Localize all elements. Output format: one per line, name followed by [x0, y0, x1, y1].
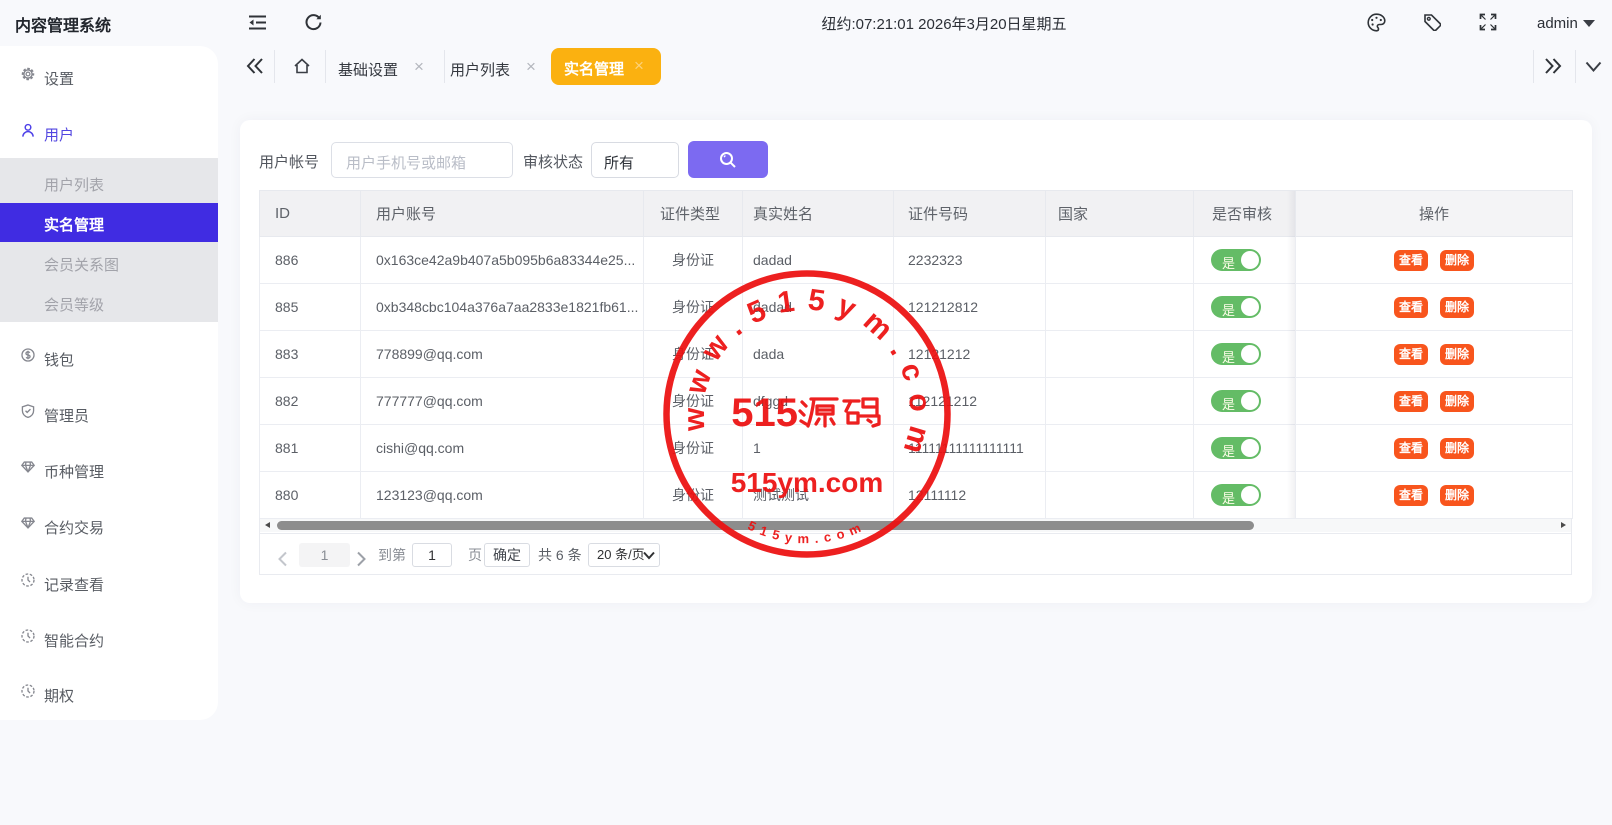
- svg-text:515ym.com: 515ym.com: [731, 467, 884, 498]
- svg-text:515ym.com: 515ym.com: [746, 518, 869, 547]
- svg-text:515: 515: [731, 391, 798, 435]
